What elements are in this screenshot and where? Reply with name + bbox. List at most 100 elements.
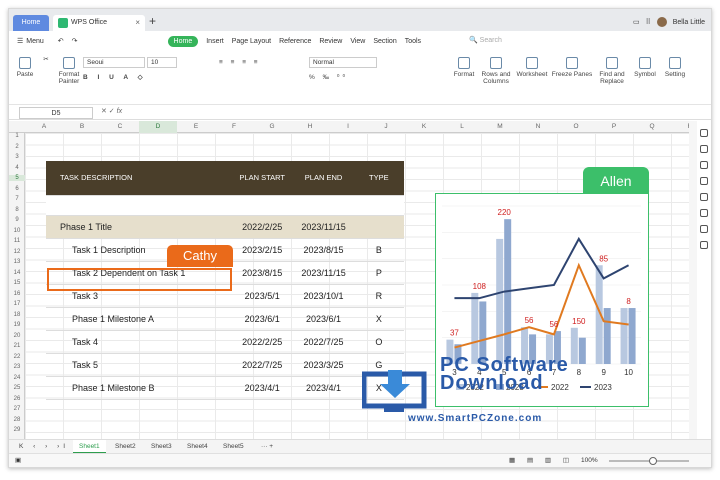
row-header-29[interactable]: 29 xyxy=(9,427,25,433)
row-header-7[interactable]: 7 xyxy=(9,196,25,202)
menu-item-tools[interactable]: Tools xyxy=(405,38,421,45)
blank-cell[interactable] xyxy=(353,195,404,216)
fx-icon[interactable]: ✕ ✓ fx xyxy=(101,107,122,115)
search-input[interactable]: 🔍 Search xyxy=(469,35,529,47)
number-icons[interactable]: % ‰ ⁰⁰ xyxy=(309,73,379,81)
format-painter-button[interactable]: Format Painter xyxy=(57,57,81,85)
rows-columns-button[interactable]: Rows and Columns xyxy=(479,57,513,85)
column-header-O[interactable]: O xyxy=(557,121,595,133)
row-header-23[interactable]: 23 xyxy=(9,364,25,370)
row-header-18[interactable]: 18 xyxy=(9,312,25,318)
add-sheet-icon[interactable]: ··· + xyxy=(255,440,279,454)
column-header-Q[interactable]: Q xyxy=(633,121,671,133)
row-header-26[interactable]: 26 xyxy=(9,396,25,402)
name-box[interactable]: D5 xyxy=(19,107,93,119)
sidebar-layout-icon[interactable] xyxy=(700,177,708,185)
menu-item-reference[interactable]: Reference xyxy=(279,38,311,45)
menu-item-review[interactable]: Review xyxy=(319,38,342,45)
column-header-P[interactable]: P xyxy=(595,121,633,133)
menu-button[interactable]: Menu xyxy=(26,38,44,45)
tab-sheet3[interactable]: Sheet3 xyxy=(145,440,178,454)
row-header-27[interactable]: 27 xyxy=(9,406,25,412)
column-header-F[interactable]: F xyxy=(215,121,253,133)
row-header-15[interactable]: 15 xyxy=(9,280,25,286)
task-cell[interactable]: Phase 1 Milestone A xyxy=(46,307,232,331)
row-header-19[interactable]: 19 xyxy=(9,322,25,328)
row-header-25[interactable]: 25 xyxy=(9,385,25,391)
row-header-12[interactable]: 12 xyxy=(9,249,25,255)
column-header-A[interactable]: A xyxy=(25,121,63,133)
number-format-select[interactable]: Normal xyxy=(309,57,377,68)
start-cell[interactable]: 2022/7/25 xyxy=(231,353,294,377)
tab-sheet2[interactable]: Sheet2 xyxy=(109,440,142,454)
end-cell[interactable]: 2023/6/1 xyxy=(293,307,354,331)
row-header-24[interactable]: 24 xyxy=(9,375,25,381)
home-tab[interactable]: Home xyxy=(13,15,49,31)
task-cell[interactable]: Task 4 xyxy=(46,330,232,354)
worksheet-button[interactable]: Worksheet xyxy=(515,57,549,78)
row-header-13[interactable]: 13 xyxy=(9,259,25,265)
status-icon[interactable]: ▣ xyxy=(15,456,21,464)
type-cell[interactable]: B xyxy=(353,238,404,262)
row-header-6[interactable]: 6 xyxy=(9,186,25,192)
start-cell[interactable]: 2023/2/15 xyxy=(231,238,294,262)
column-header-M[interactable]: M xyxy=(481,121,519,133)
row-header-5[interactable]: 5 xyxy=(9,175,25,181)
sidebar-select-icon[interactable] xyxy=(700,145,708,153)
column-header-K[interactable]: K xyxy=(405,121,443,133)
vertical-scrollbar[interactable] xyxy=(689,121,697,439)
type-cell[interactable]: X xyxy=(353,307,404,331)
document-tab[interactable]: WPS Office × xyxy=(53,15,145,31)
format-button[interactable]: Format xyxy=(449,57,479,78)
row-header-8[interactable]: 8 xyxy=(9,207,25,213)
column-header-N[interactable]: N xyxy=(519,121,557,133)
hamburger-icon[interactable]: ☰ xyxy=(17,37,23,45)
column-header-I[interactable]: I xyxy=(329,121,367,133)
alignment-icons[interactable]: ≡ ≡ ≡ ≡ xyxy=(219,59,299,66)
grid-icon[interactable]: ⠿ xyxy=(646,18,651,26)
font-name-select[interactable]: Seoui xyxy=(83,57,145,68)
column-header-H[interactable]: H xyxy=(291,121,329,133)
close-tab-icon[interactable]: × xyxy=(135,15,140,31)
type-cell[interactable] xyxy=(353,215,404,239)
start-cell[interactable]: 2022/2/25 xyxy=(231,215,294,239)
start-cell[interactable]: 2023/5/1 xyxy=(231,284,294,308)
font-size-select[interactable]: 10 xyxy=(147,57,177,68)
end-cell[interactable]: 2023/11/15 xyxy=(293,261,354,285)
end-cell[interactable]: 2023/10/1 xyxy=(293,284,354,308)
paste-button[interactable]: Paste xyxy=(15,57,35,78)
view-mode-icons[interactable]: ▦ ▤ ▥ ◫ xyxy=(509,456,574,464)
blank-cell[interactable] xyxy=(231,195,294,216)
user-name[interactable]: Bella Little xyxy=(673,19,705,26)
symbol-button[interactable]: Symbol xyxy=(631,57,659,78)
start-cell[interactable]: 2022/2/25 xyxy=(231,330,294,354)
type-cell[interactable]: P xyxy=(353,261,404,285)
row-header-20[interactable]: 20 xyxy=(9,333,25,339)
row-header-22[interactable]: 22 xyxy=(9,354,25,360)
column-header-J[interactable]: J xyxy=(367,121,405,133)
end-cell[interactable]: 2023/4/1 xyxy=(293,376,354,400)
row-header-4[interactable]: 4 xyxy=(9,165,25,171)
row-header-21[interactable]: 21 xyxy=(9,343,25,349)
start-cell[interactable]: 2023/8/15 xyxy=(231,261,294,285)
column-header-C[interactable]: C xyxy=(101,121,139,133)
new-tab-icon[interactable]: + xyxy=(149,14,156,28)
sidebar-shape-icon[interactable] xyxy=(700,161,708,169)
font-style-icons[interactable]: B I U A ◇ xyxy=(83,73,203,81)
tab-sheet4[interactable]: Sheet4 xyxy=(181,440,214,454)
row-header-2[interactable]: 2 xyxy=(9,144,25,150)
row-header-3[interactable]: 3 xyxy=(9,154,25,160)
task-cell[interactable]: Task 5 xyxy=(46,353,232,377)
cut-icon[interactable]: ✂ xyxy=(39,55,53,63)
start-cell[interactable]: 2023/6/1 xyxy=(231,307,294,331)
sidebar-table-icon[interactable] xyxy=(700,209,708,217)
blank-cell[interactable] xyxy=(293,195,354,216)
row-header-14[interactable]: 14 xyxy=(9,270,25,276)
zoom-level[interactable]: 100% xyxy=(581,457,598,464)
column-header-E[interactable]: E xyxy=(177,121,215,133)
setting-button[interactable]: Setting xyxy=(661,57,689,78)
menu-item-page-layout[interactable]: Page Layout xyxy=(232,38,271,45)
sheet-nav-icons[interactable]: K ‹ › ›I xyxy=(13,440,75,454)
column-header-G[interactable]: G xyxy=(253,121,291,133)
start-cell[interactable]: 2023/4/1 xyxy=(231,376,294,400)
